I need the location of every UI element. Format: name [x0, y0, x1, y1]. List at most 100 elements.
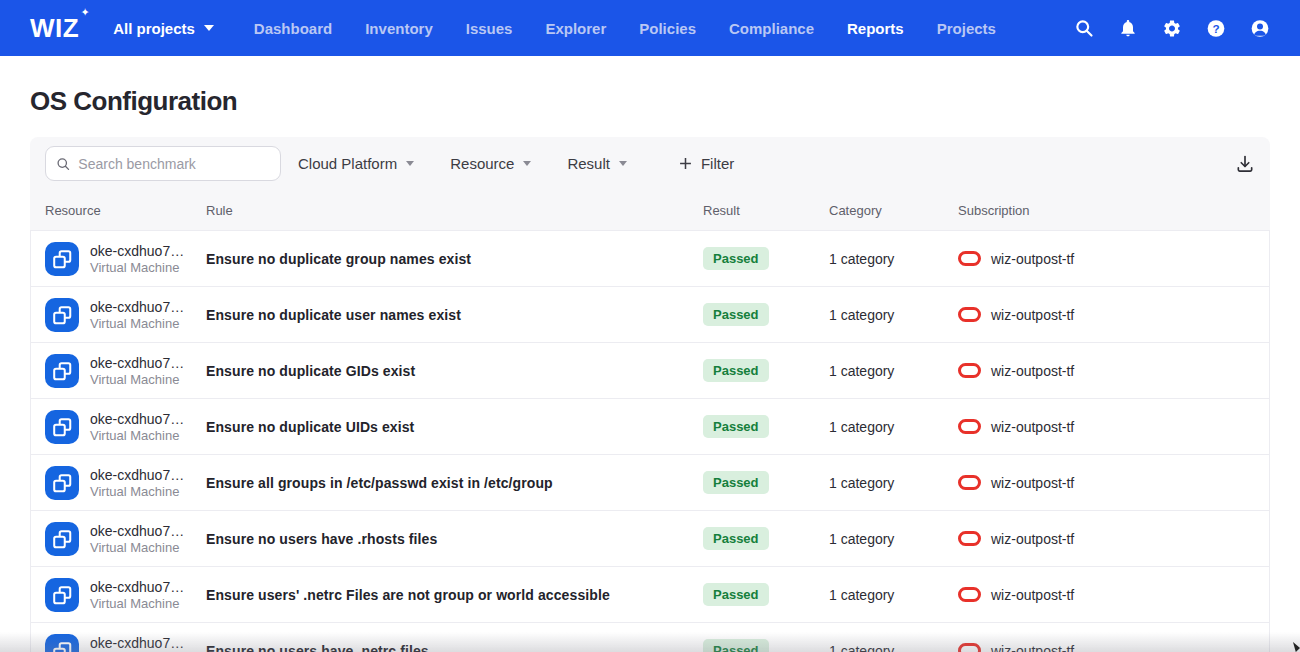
chevron-down-icon: [523, 161, 531, 166]
virtual-machine-icon: [45, 522, 79, 556]
result-badge: Passed: [703, 639, 769, 652]
oracle-cloud-icon: [958, 307, 981, 322]
column-header-subscription[interactable]: Subscription: [958, 203, 1255, 218]
resource-name: oke-cxdhuo7…: [90, 467, 184, 483]
resource-name: oke-cxdhuo7…: [90, 635, 184, 651]
subscription-name: wiz-outpost-tf: [991, 643, 1074, 652]
resource-cell[interactable]: oke-cxdhuo7… Virtual Machine: [45, 578, 206, 612]
category-count: 1 category: [829, 643, 958, 652]
category-count: 1 category: [829, 251, 958, 267]
subscription-name: wiz-outpost-tf: [991, 475, 1074, 491]
subscription-name: wiz-outpost-tf: [991, 419, 1074, 435]
result-badge: Passed: [703, 527, 769, 550]
resource-type: Virtual Machine: [90, 484, 184, 499]
virtual-machine-icon: [45, 410, 79, 444]
resource-type: Virtual Machine: [90, 596, 184, 611]
table-row[interactable]: oke-cxdhuo7… Virtual Machine Ensure user…: [31, 566, 1269, 622]
nav-item-inventory[interactable]: Inventory: [365, 20, 433, 37]
nav-menu: Dashboard Inventory Issues Explorer Poli…: [254, 20, 996, 37]
nav-item-compliance[interactable]: Compliance: [729, 20, 814, 37]
table-row[interactable]: oke-cxdhuo7… Virtual Machine Ensure no u…: [31, 622, 1269, 652]
settings-icon[interactable]: [1162, 18, 1182, 38]
top-navbar: WIZ✦ All projects Dashboard Inventory Is…: [0, 0, 1300, 56]
oracle-cloud-icon: [958, 587, 981, 602]
cloud-platform-filter[interactable]: Cloud Platform: [298, 155, 414, 172]
result-badge: Passed: [703, 415, 769, 438]
search-input[interactable]: [78, 156, 270, 172]
result-filter[interactable]: Result: [567, 155, 627, 172]
chevron-down-icon: [619, 161, 627, 166]
help-icon[interactable]: ?: [1206, 18, 1226, 38]
nav-item-dashboard[interactable]: Dashboard: [254, 20, 332, 37]
subscription-name: wiz-outpost-tf: [991, 251, 1074, 267]
category-count: 1 category: [829, 587, 958, 603]
resource-cell[interactable]: oke-cxdhuo7… Virtual Machine: [45, 466, 206, 500]
oracle-cloud-icon: [958, 251, 981, 266]
resource-cell[interactable]: oke-cxdhuo7… Virtual Machine: [45, 242, 206, 276]
table-row[interactable]: oke-cxdhuo7… Virtual Machine Ensure no d…: [31, 286, 1269, 342]
oracle-cloud-icon: [958, 531, 981, 546]
rule-text: Ensure no duplicate user names exist: [206, 307, 703, 323]
resource-type: Virtual Machine: [90, 316, 184, 331]
resource-cell[interactable]: oke-cxdhuo7… Virtual Machine: [45, 298, 206, 332]
resource-name: oke-cxdhuo7…: [90, 355, 184, 371]
resource-type: Virtual Machine: [90, 428, 184, 443]
account-icon[interactable]: [1250, 18, 1270, 38]
nav-item-policies[interactable]: Policies: [639, 20, 696, 37]
benchmark-search[interactable]: [45, 146, 281, 181]
rule-text: Ensure no duplicate group names exist: [206, 251, 703, 267]
oracle-cloud-icon: [958, 363, 981, 378]
rule-text: Ensure no duplicate UIDs exist: [206, 419, 703, 435]
table-row[interactable]: oke-cxdhuo7… Virtual Machine Ensure no d…: [31, 230, 1269, 286]
table-row[interactable]: oke-cxdhuo7… Virtual Machine Ensure no d…: [31, 342, 1269, 398]
subscription-name: wiz-outpost-tf: [991, 531, 1074, 547]
table-row[interactable]: oke-cxdhuo7… Virtual Machine Ensure all …: [31, 454, 1269, 510]
resource-name: oke-cxdhuo7…: [90, 579, 184, 595]
result-badge: Passed: [703, 471, 769, 494]
column-header-rule[interactable]: Rule: [206, 203, 703, 218]
resource-type: Virtual Machine: [90, 372, 184, 387]
table-row[interactable]: oke-cxdhuo7… Virtual Machine Ensure no u…: [31, 510, 1269, 566]
resource-cell[interactable]: oke-cxdhuo7… Virtual Machine: [45, 522, 206, 556]
nav-item-reports[interactable]: Reports: [847, 20, 904, 37]
rule-text: Ensure no duplicate GIDs exist: [206, 363, 703, 379]
resource-name: oke-cxdhuo7…: [90, 243, 184, 259]
resource-cell[interactable]: oke-cxdhuo7… Virtual Machine: [45, 354, 206, 388]
resource-type: Virtual Machine: [90, 260, 184, 275]
resource-name: oke-cxdhuo7…: [90, 523, 184, 539]
virtual-machine-icon: [45, 634, 79, 652]
notifications-icon[interactable]: [1118, 18, 1138, 38]
subscription-name: wiz-outpost-tf: [991, 307, 1074, 323]
svg-text:?: ?: [1212, 21, 1219, 34]
category-count: 1 category: [829, 363, 958, 379]
result-badge: Passed: [703, 303, 769, 326]
resource-filter[interactable]: Resource: [450, 155, 531, 172]
table-row[interactable]: oke-cxdhuo7… Virtual Machine Ensure no d…: [31, 398, 1269, 454]
nav-item-issues[interactable]: Issues: [466, 20, 513, 37]
logo-sparkle-icon: ✦: [80, 6, 90, 19]
table-header: Resource Rule Result Category Subscripti…: [30, 190, 1270, 230]
search-icon[interactable]: [1074, 18, 1094, 38]
virtual-machine-icon: [45, 298, 79, 332]
column-header-resource[interactable]: Resource: [45, 203, 206, 218]
nav-item-projects[interactable]: Projects: [937, 20, 996, 37]
column-header-result[interactable]: Result: [703, 203, 829, 218]
resource-type: Virtual Machine: [90, 540, 184, 555]
virtual-machine-icon: [45, 242, 79, 276]
download-button[interactable]: [1235, 154, 1255, 174]
project-selector[interactable]: All projects: [113, 20, 214, 37]
category-count: 1 category: [829, 531, 958, 547]
add-filter-button[interactable]: Filter: [679, 155, 734, 172]
download-icon: [1235, 154, 1255, 174]
wiz-logo[interactable]: WIZ✦: [30, 13, 79, 44]
virtual-machine-icon: [45, 578, 79, 612]
rule-text: Ensure no users have .netrc files: [206, 643, 703, 652]
rule-text: Ensure users' .netrc Files are not group…: [206, 587, 703, 603]
subscription-name: wiz-outpost-tf: [991, 363, 1074, 379]
table-body: oke-cxdhuo7… Virtual Machine Ensure no d…: [30, 230, 1270, 652]
nav-item-explorer[interactable]: Explorer: [545, 20, 606, 37]
resource-cell[interactable]: oke-cxdhuo7… Virtual Machine: [45, 634, 206, 652]
virtual-machine-icon: [45, 354, 79, 388]
column-header-category[interactable]: Category: [829, 203, 958, 218]
resource-cell[interactable]: oke-cxdhuo7… Virtual Machine: [45, 410, 206, 444]
